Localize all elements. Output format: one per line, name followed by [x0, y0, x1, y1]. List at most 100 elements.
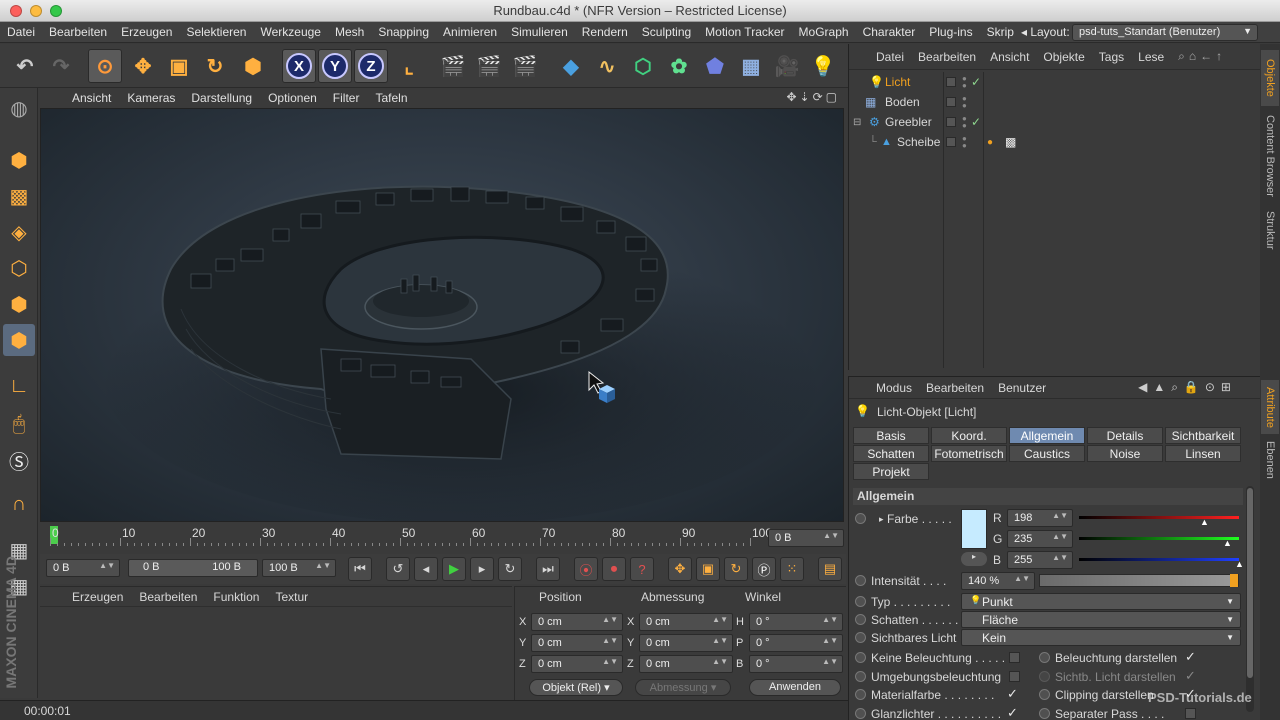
separate-pass-checkbox[interactable]	[1185, 708, 1196, 719]
tab-ebenen[interactable]: Ebenen	[1261, 438, 1279, 482]
tab-caustics[interactable]: Caustics	[1009, 445, 1085, 462]
tab-sichtbarkeit[interactable]: Sichtbarkeit	[1165, 427, 1241, 444]
floor-button[interactable]: ▦	[734, 49, 768, 83]
go-to-end-button[interactable]: ⏭	[536, 557, 560, 581]
viewport-menu-kameras[interactable]: Kameras	[119, 91, 183, 105]
attribute-scrollbar[interactable]	[1246, 486, 1254, 712]
timeline-window-button[interactable]: ▤	[818, 557, 842, 581]
apply-button[interactable]: Anwenden	[749, 679, 841, 696]
animation-dot-icon[interactable]	[1039, 689, 1050, 700]
animation-dot-icon[interactable]	[855, 652, 866, 663]
tab-struktur[interactable]: Struktur	[1261, 206, 1279, 254]
animation-dot-icon[interactable]	[855, 671, 866, 682]
phong-tag-icon[interactable]: ●	[987, 137, 993, 148]
undo-button[interactable]: ↶	[8, 49, 42, 83]
attr-menu-benutzer[interactable]: Benutzer	[991, 381, 1053, 395]
previous-key-button[interactable]: ↺	[386, 557, 410, 581]
blue-slider-handle[interactable]: ▲	[1235, 559, 1244, 569]
animation-dot-icon[interactable]	[855, 513, 866, 524]
object-row-scheibe[interactable]: └ ▲ Scheibe ● ● ● ▩	[849, 132, 1259, 152]
animation-dot-icon[interactable]	[855, 689, 866, 700]
objmgr-menu-lesezeichen[interactable]: Lese	[1131, 50, 1171, 64]
menu-motion-tracker[interactable]: Motion Tracker	[698, 25, 791, 39]
menu-skript[interactable]: Skrip	[980, 25, 1021, 39]
size-y-field[interactable]: 0 cm ▲▼	[639, 634, 733, 652]
tab-projekt[interactable]: Projekt	[853, 463, 929, 480]
tab-allgemein[interactable]: Allgemein	[1009, 427, 1085, 444]
red-slider-handle[interactable]: ▲	[1200, 517, 1209, 527]
material-color-checkbox[interactable]: ✓	[1007, 686, 1018, 702]
menu-selektieren[interactable]: Selektieren	[179, 25, 253, 39]
attr-menu-bearbeiten[interactable]: Bearbeiten	[919, 381, 991, 395]
objmgr-menu-ansicht[interactable]: Ansicht	[983, 50, 1036, 64]
tab-details[interactable]: Details	[1087, 427, 1163, 444]
tab-content-browser[interactable]: Content Browser	[1261, 108, 1279, 204]
rotate-tool-button[interactable]: ↻	[198, 49, 232, 83]
visibility-dots[interactable]: ● ●	[962, 95, 967, 110]
ambient-illumination-checkbox[interactable]	[1009, 671, 1020, 682]
no-illumination-checkbox[interactable]	[1009, 652, 1020, 663]
enabled-checkmark-icon[interactable]: ✓	[971, 75, 981, 89]
axis-mode-button[interactable]: ∟	[3, 370, 35, 402]
record-active-objects-button[interactable]: ⦿	[574, 557, 598, 581]
polygons-mode-button[interactable]: ⬢	[3, 324, 35, 356]
workplane-button[interactable]: ◈	[3, 216, 35, 248]
size-x-field[interactable]: 0 cm ▲▼	[639, 613, 733, 631]
pos-x-field[interactable]: 0 cm ▲▼	[531, 613, 623, 631]
scale-tool-button[interactable]: ▣	[162, 49, 196, 83]
current-frame-field[interactable]: 0 B ▲▼	[768, 529, 844, 547]
intensity-slider[interactable]	[1039, 574, 1239, 587]
shadow-type-dropdown[interactable]: Fläche ▼	[961, 611, 1241, 628]
animation-dot-icon[interactable]	[855, 708, 866, 719]
specular-checkbox[interactable]: ✓	[1007, 705, 1018, 720]
show-illumination-checkbox[interactable]: ✓	[1185, 649, 1196, 665]
cloner-button[interactable]: ✿	[662, 49, 696, 83]
rot-b-field[interactable]: 0 ° ▲▼	[749, 655, 843, 673]
menu-mesh[interactable]: Mesh	[328, 25, 371, 39]
snapping-button[interactable]: Ⓢ	[3, 444, 35, 476]
animation-dot-icon[interactable]	[855, 632, 866, 643]
menu-animieren[interactable]: Animieren	[436, 25, 504, 39]
record-pla-button[interactable]: ⁙	[780, 557, 804, 581]
deformer-button[interactable]: ⬟	[698, 49, 732, 83]
visibility-dots[interactable]: ● ●	[962, 115, 967, 130]
visible-light-dropdown[interactable]: Kein ▼	[961, 629, 1241, 646]
red-slider[interactable]	[1079, 516, 1239, 519]
play-button[interactable]: ▶	[442, 557, 466, 581]
viewport-menu-optionen[interactable]: Optionen	[260, 91, 325, 105]
menu-erzeugen[interactable]: Erzeugen	[114, 25, 179, 39]
viewport-menu-filter[interactable]: Filter	[325, 91, 368, 105]
menu-werkzeuge[interactable]: Werkzeuge	[253, 25, 327, 39]
layer-box[interactable]	[946, 137, 956, 147]
timeline-ruler[interactable]: 0 10 20 30 40 50 60 70 80 90 100	[50, 524, 772, 548]
object-row-boden[interactable]: ▦ Boden ● ●	[849, 92, 1259, 112]
enabled-checkmark-icon[interactable]: ✓	[971, 115, 981, 129]
object-row-greebler[interactable]: ⊟ ⚙ Greebler ● ● ✓	[849, 112, 1259, 132]
objmgr-nav-icons[interactable]: ⌕⌂←↑	[1171, 49, 1233, 64]
spline-pen-button[interactable]: ∿	[590, 49, 624, 83]
tab-attribute[interactable]: Attribute	[1261, 380, 1279, 434]
light-type-dropdown[interactable]: 💡 Punkt ▼	[961, 593, 1241, 610]
menu-charakter[interactable]: Charakter	[856, 25, 923, 39]
green-slider-handle[interactable]: ▲	[1223, 538, 1232, 548]
menu-plugins[interactable]: Plug-ins	[922, 25, 979, 39]
visibility-dots[interactable]: ● ●	[962, 135, 967, 150]
layer-box[interactable]	[946, 77, 956, 87]
render-picture-viewer-button[interactable]: 🎬	[472, 49, 506, 83]
make-editable-button[interactable]: ◍	[3, 92, 35, 124]
rot-p-field[interactable]: 0 ° ▲▼	[749, 634, 843, 652]
green-slider[interactable]	[1079, 537, 1239, 540]
tab-objekte[interactable]: Objekte	[1261, 50, 1279, 106]
material-menu-funktion[interactable]: Funktion	[205, 590, 267, 604]
cube-primitive-button[interactable]: ◆	[554, 49, 588, 83]
animation-dot-icon[interactable]	[855, 575, 866, 586]
preview-range-slider[interactable]: 0 B 100 B	[128, 559, 258, 577]
viewport-menu-tafeln[interactable]: Tafeln	[367, 91, 415, 105]
camera-button[interactable]: 🎥	[770, 49, 804, 83]
viewport-menu-darstellung[interactable]: Darstellung	[183, 91, 260, 105]
tab-koord[interactable]: Koord.	[931, 427, 1007, 444]
blue-slider[interactable]	[1079, 558, 1239, 561]
subdivision-button[interactable]: ⬡	[626, 49, 660, 83]
record-scale-button[interactable]: ▣	[696, 557, 720, 581]
menu-mograph[interactable]: MoGraph	[792, 25, 856, 39]
